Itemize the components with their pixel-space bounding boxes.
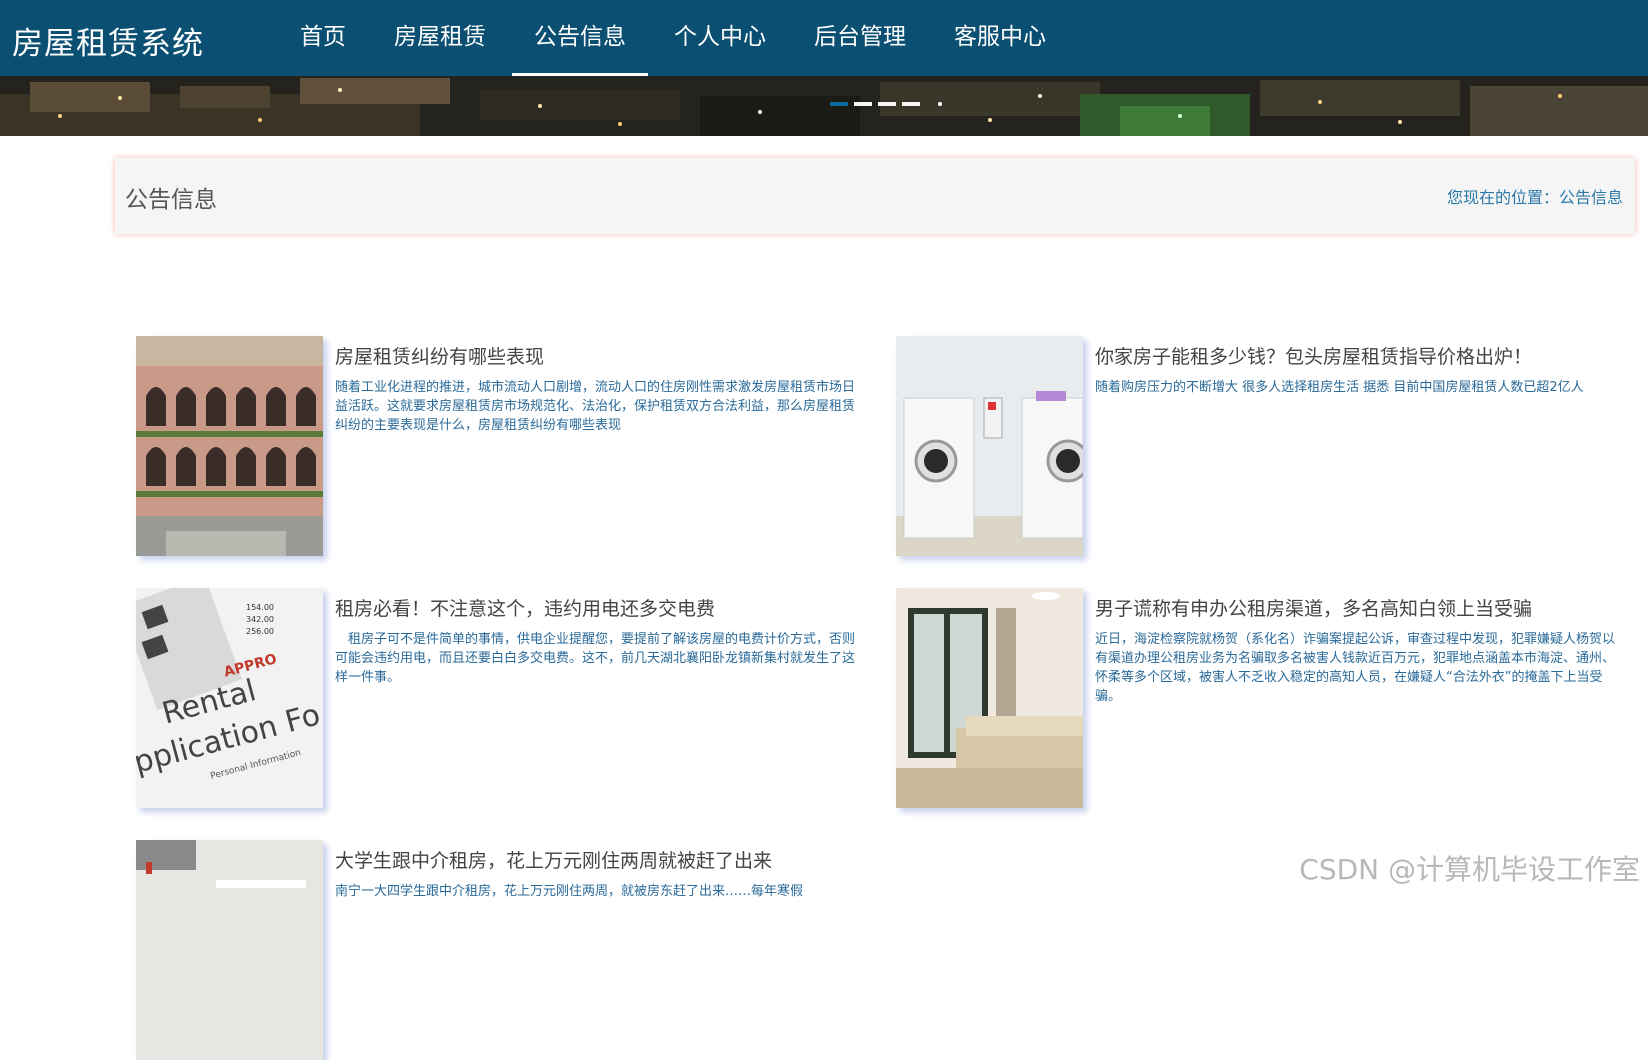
news-item[interactable]: 大学生跟中介租房，花上万元刚住两周就被赶了出来 南宁一大四学生跟中介租房，花上万… — [136, 840, 866, 1060]
section-header: 公告信息 您现在的位置：公告信息 — [115, 158, 1635, 234]
banner-image — [0, 76, 1648, 136]
top-navbar: 房屋租赁系统 首页 房屋租赁 公告信息 个人中心 后台管理 客服中心 — [0, 0, 1648, 76]
amount-line: 256.00 — [246, 627, 274, 636]
carousel-dot[interactable] — [902, 102, 920, 106]
news-item[interactable]: 154.00 342.00 256.00 Rental pplication F… — [136, 588, 866, 808]
carousel-indicators — [830, 102, 920, 106]
news-title[interactable]: 租房必看！不注意这个，违约用电还多交电费 — [335, 594, 715, 621]
news-title[interactable]: 大学生跟中介租房，花上万元刚住两周就被赶了出来 — [335, 846, 772, 873]
rental-form-image: 154.00 342.00 256.00 Rental pplication F… — [136, 588, 323, 808]
carousel-dot[interactable] — [878, 102, 896, 106]
news-thumbnail[interactable] — [136, 336, 323, 556]
nav-personal-center[interactable]: 个人中心 — [652, 0, 788, 76]
news-thumbnail[interactable] — [896, 336, 1083, 556]
amount-line: 154.00 — [246, 603, 274, 612]
news-summary: 南宁一大四学生跟中介租房，花上万元刚住两周，就被房东赶了出来……每年寒假 — [335, 884, 804, 899]
page-title: 公告信息 — [125, 187, 217, 213]
washing-machines-image — [896, 336, 1083, 556]
news-title[interactable]: 你家房子能租多少钱？包头房屋租赁指导价格出炉！ — [1095, 342, 1532, 369]
nav-house-rental[interactable]: 房屋租赁 — [372, 0, 508, 76]
bedroom-image — [896, 588, 1083, 808]
carousel-dot[interactable] — [854, 102, 872, 106]
amount-line: 342.00 — [246, 615, 274, 624]
news-item[interactable]: 男子谎称有申办公租房渠道，多名高知白领上当受骗 近日，海淀检察院就杨贺（系化名）… — [896, 588, 1626, 808]
room-ceiling-image — [136, 840, 323, 1060]
news-thumbnail[interactable] — [136, 840, 323, 1060]
nav-customer-service[interactable]: 客服中心 — [932, 0, 1068, 76]
news-item[interactable]: 房屋租赁纠纷有哪些表现 随着工业化进程的推进，城市流动人口剧增，流动人口的住房刚… — [136, 336, 866, 556]
news-summary: 随着购房压力的不断增大 很多人选择租房生活 据悉 目前中国房屋租赁人数已超2亿人 — [1095, 380, 1584, 395]
watermark: CSDN @计算机毕设工作室 — [1299, 853, 1640, 886]
banner-carousel[interactable] — [0, 76, 1648, 136]
news-item[interactable]: 你家房子能租多少钱？包头房屋租赁指导价格出炉！ 随着购房压力的不断增大 很多人选… — [896, 336, 1626, 556]
news-summary: 随着工业化进程的推进，城市流动人口剧增，流动人口的住房刚性需求激发房屋租赁市场日… — [335, 380, 856, 433]
news-summary: 近日，海淀检察院就杨贺（系化名）诈骗案提起公诉，审查过程中发现，犯罪嫌疑人杨贺以… — [1095, 632, 1616, 704]
news-summary: 租房子可不是件简单的事情，供电企业提醒您，要提前了解该房屋的电费计价方式，否则可… — [335, 632, 856, 685]
main-nav: 首页 房屋租赁 公告信息 个人中心 后台管理 客服中心 — [278, 0, 1072, 76]
carousel-dot[interactable] — [830, 102, 848, 106]
nav-announcements[interactable]: 公告信息 — [512, 0, 648, 76]
nav-admin[interactable]: 后台管理 — [792, 0, 928, 76]
nav-home[interactable]: 首页 — [278, 0, 368, 76]
news-thumbnail[interactable]: 154.00 342.00 256.00 Rental pplication F… — [136, 588, 323, 808]
building-arches-image — [136, 336, 323, 556]
news-title[interactable]: 房屋租赁纠纷有哪些表现 — [335, 342, 544, 369]
breadcrumb[interactable]: 您现在的位置：公告信息 — [1447, 184, 1623, 208]
news-title[interactable]: 男子谎称有申办公租房渠道，多名高知白领上当受骗 — [1095, 594, 1532, 621]
site-brand[interactable]: 房屋租赁系统 — [12, 18, 204, 63]
news-thumbnail[interactable] — [896, 588, 1083, 808]
